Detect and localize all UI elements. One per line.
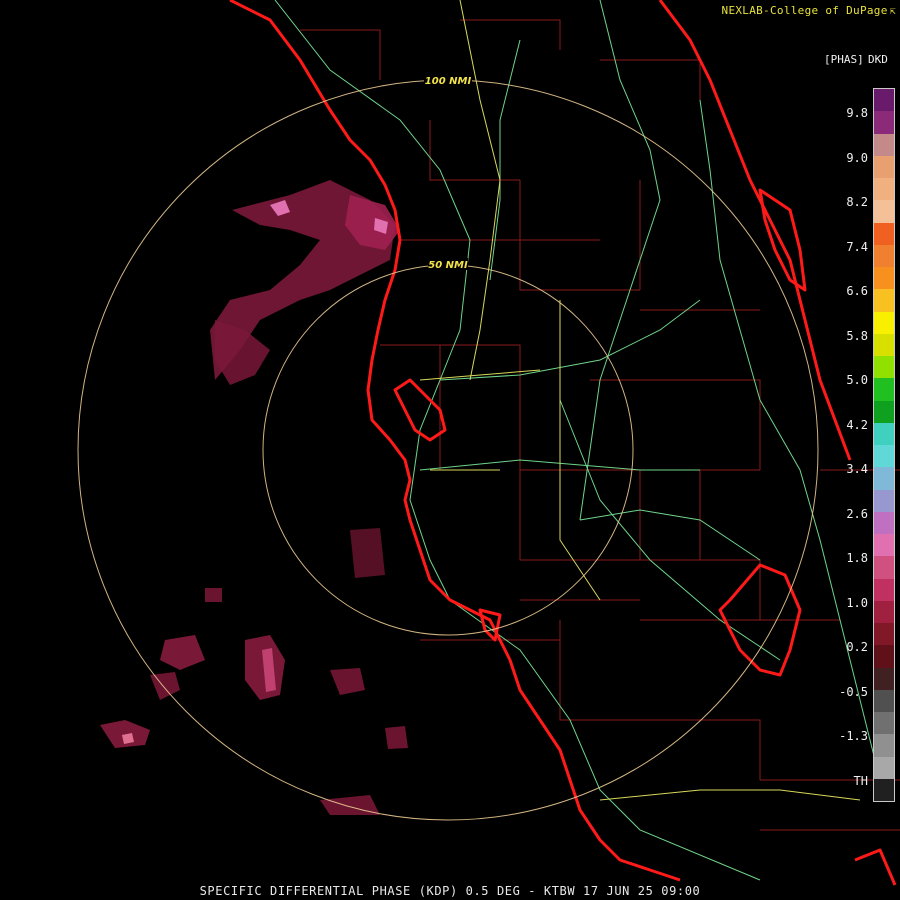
scale-band xyxy=(874,445,894,468)
scale-band xyxy=(874,178,894,201)
scale-band xyxy=(874,244,894,267)
scale-band xyxy=(874,422,894,445)
scale-band xyxy=(874,623,894,646)
scale-label: 7.4 xyxy=(846,239,868,254)
scale-band xyxy=(874,133,894,156)
scale-label: 9.0 xyxy=(846,150,868,165)
source-credit: NEXLAB-College of DuPage ⇱ xyxy=(722,4,896,17)
scale-label: 3.4 xyxy=(846,462,868,476)
scale-band xyxy=(874,222,894,245)
scale-label: -1.3 xyxy=(839,729,868,743)
ring-label-100: 100 NMI xyxy=(425,76,472,87)
ring-label-50: 50 NMI xyxy=(428,260,468,271)
scale-band xyxy=(874,511,894,534)
scale-band xyxy=(874,111,894,134)
scale-label: 5.0 xyxy=(846,373,868,387)
scale-band xyxy=(874,400,894,423)
scale-band xyxy=(874,734,894,757)
scale-band xyxy=(874,600,894,623)
scale-label: 2.6 xyxy=(846,506,868,521)
scale-label: 6.6 xyxy=(846,284,868,298)
product-caption: SPECIFIC DIFFERENTIAL PHASE (KDP) 0.5 DE… xyxy=(199,884,701,898)
scale-label: TH xyxy=(853,773,868,788)
scale-label: 5.8 xyxy=(846,328,868,343)
scale-band xyxy=(874,756,894,779)
scale-band xyxy=(874,778,894,801)
scale-band xyxy=(874,556,894,579)
scale-label: 9.8 xyxy=(846,106,868,120)
color-scale-labels: 9.8 9.0 8.2 7.4 6.6 5.8 5.0 4.2 3.4 2.6 1.8 1.0 0.2 -… xyxy=(815,88,870,800)
scale-band xyxy=(874,645,894,668)
scale-band xyxy=(874,333,894,356)
scale-label: -0.5 xyxy=(839,684,868,699)
scale-band xyxy=(874,200,894,223)
scale-band xyxy=(874,489,894,512)
scale-band xyxy=(874,667,894,690)
scale-label: 1.0 xyxy=(846,595,868,610)
scale-label: 1.8 xyxy=(846,551,868,565)
scale-band xyxy=(874,155,894,178)
scale-band xyxy=(874,89,894,112)
legend-unit: [PHAS] xyxy=(824,53,864,66)
scale-band xyxy=(874,534,894,557)
scale-band xyxy=(874,378,894,401)
legend-product-code: DKD xyxy=(868,53,888,66)
scale-band xyxy=(874,267,894,290)
credit-text: NEXLAB-College of DuPage xyxy=(721,4,888,17)
scale-band xyxy=(874,311,894,334)
scale-band xyxy=(874,689,894,712)
scale-band xyxy=(874,356,894,379)
scale-label: 0.2 xyxy=(846,640,868,654)
scale-band xyxy=(874,712,894,735)
scale-band xyxy=(874,578,894,601)
scale-band xyxy=(874,467,894,490)
scale-label: 4.2 xyxy=(846,417,868,432)
scale-band xyxy=(874,289,894,312)
color-scale-bar xyxy=(873,88,895,802)
arrow-icon: ⇱ xyxy=(889,6,896,17)
radar-map: 50 NMI 100 NMI xyxy=(0,0,900,900)
scale-label: 8.2 xyxy=(846,195,868,209)
